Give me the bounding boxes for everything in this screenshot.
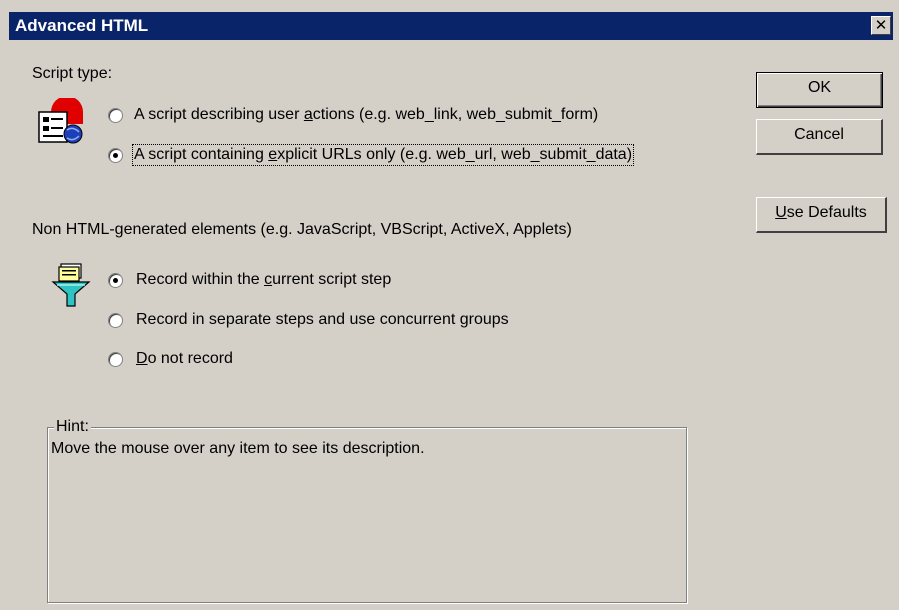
radio-record-separate-label[interactable]: Record in separate steps and use concurr…	[136, 311, 509, 329]
ok-button[interactable]: OK	[756, 72, 883, 108]
non-html-label: Non HTML-generated elements (e.g. JavaSc…	[32, 221, 572, 238]
dialog-body: Script type: A script describing user ac…	[9, 40, 893, 610]
radio-explicit-urls[interactable]	[108, 148, 123, 163]
use-defaults-button[interactable]: Use Defaults	[756, 197, 887, 233]
radio-explicit-urls-label[interactable]: A script containing explicit URLs only (…	[131, 144, 635, 166]
hint-legend: Hint:	[54, 418, 91, 436]
close-icon: ✕	[874, 16, 888, 34]
hint-group: Hint: Move the mouse over any item to se…	[47, 418, 687, 603]
radio-user-actions-label[interactable]: A script describing user actions (e.g. w…	[134, 106, 598, 124]
radio-record-current-label[interactable]: Record within the current script step	[136, 271, 391, 289]
hint-text: Move the mouse over any item to see its …	[51, 440, 425, 457]
radio-record-separate[interactable]	[108, 313, 123, 328]
radio-do-not-record[interactable]	[108, 352, 123, 367]
window-title: Advanced HTML	[15, 16, 149, 35]
radio-record-current[interactable]	[108, 273, 123, 288]
advanced-html-dialog: Advanced HTML ✕ Script type: A script de…	[0, 0, 899, 610]
radio-do-not-record-label[interactable]: Do not record	[136, 350, 233, 368]
close-button[interactable]: ✕	[871, 16, 891, 35]
filter-funnel-icon	[51, 263, 91, 307]
script-type-label: Script type:	[32, 65, 113, 82]
script-page-icon	[38, 98, 83, 144]
title-bar: Advanced HTML ✕	[9, 12, 893, 40]
cancel-button[interactable]: Cancel	[756, 119, 883, 155]
radio-user-actions[interactable]	[108, 108, 123, 123]
